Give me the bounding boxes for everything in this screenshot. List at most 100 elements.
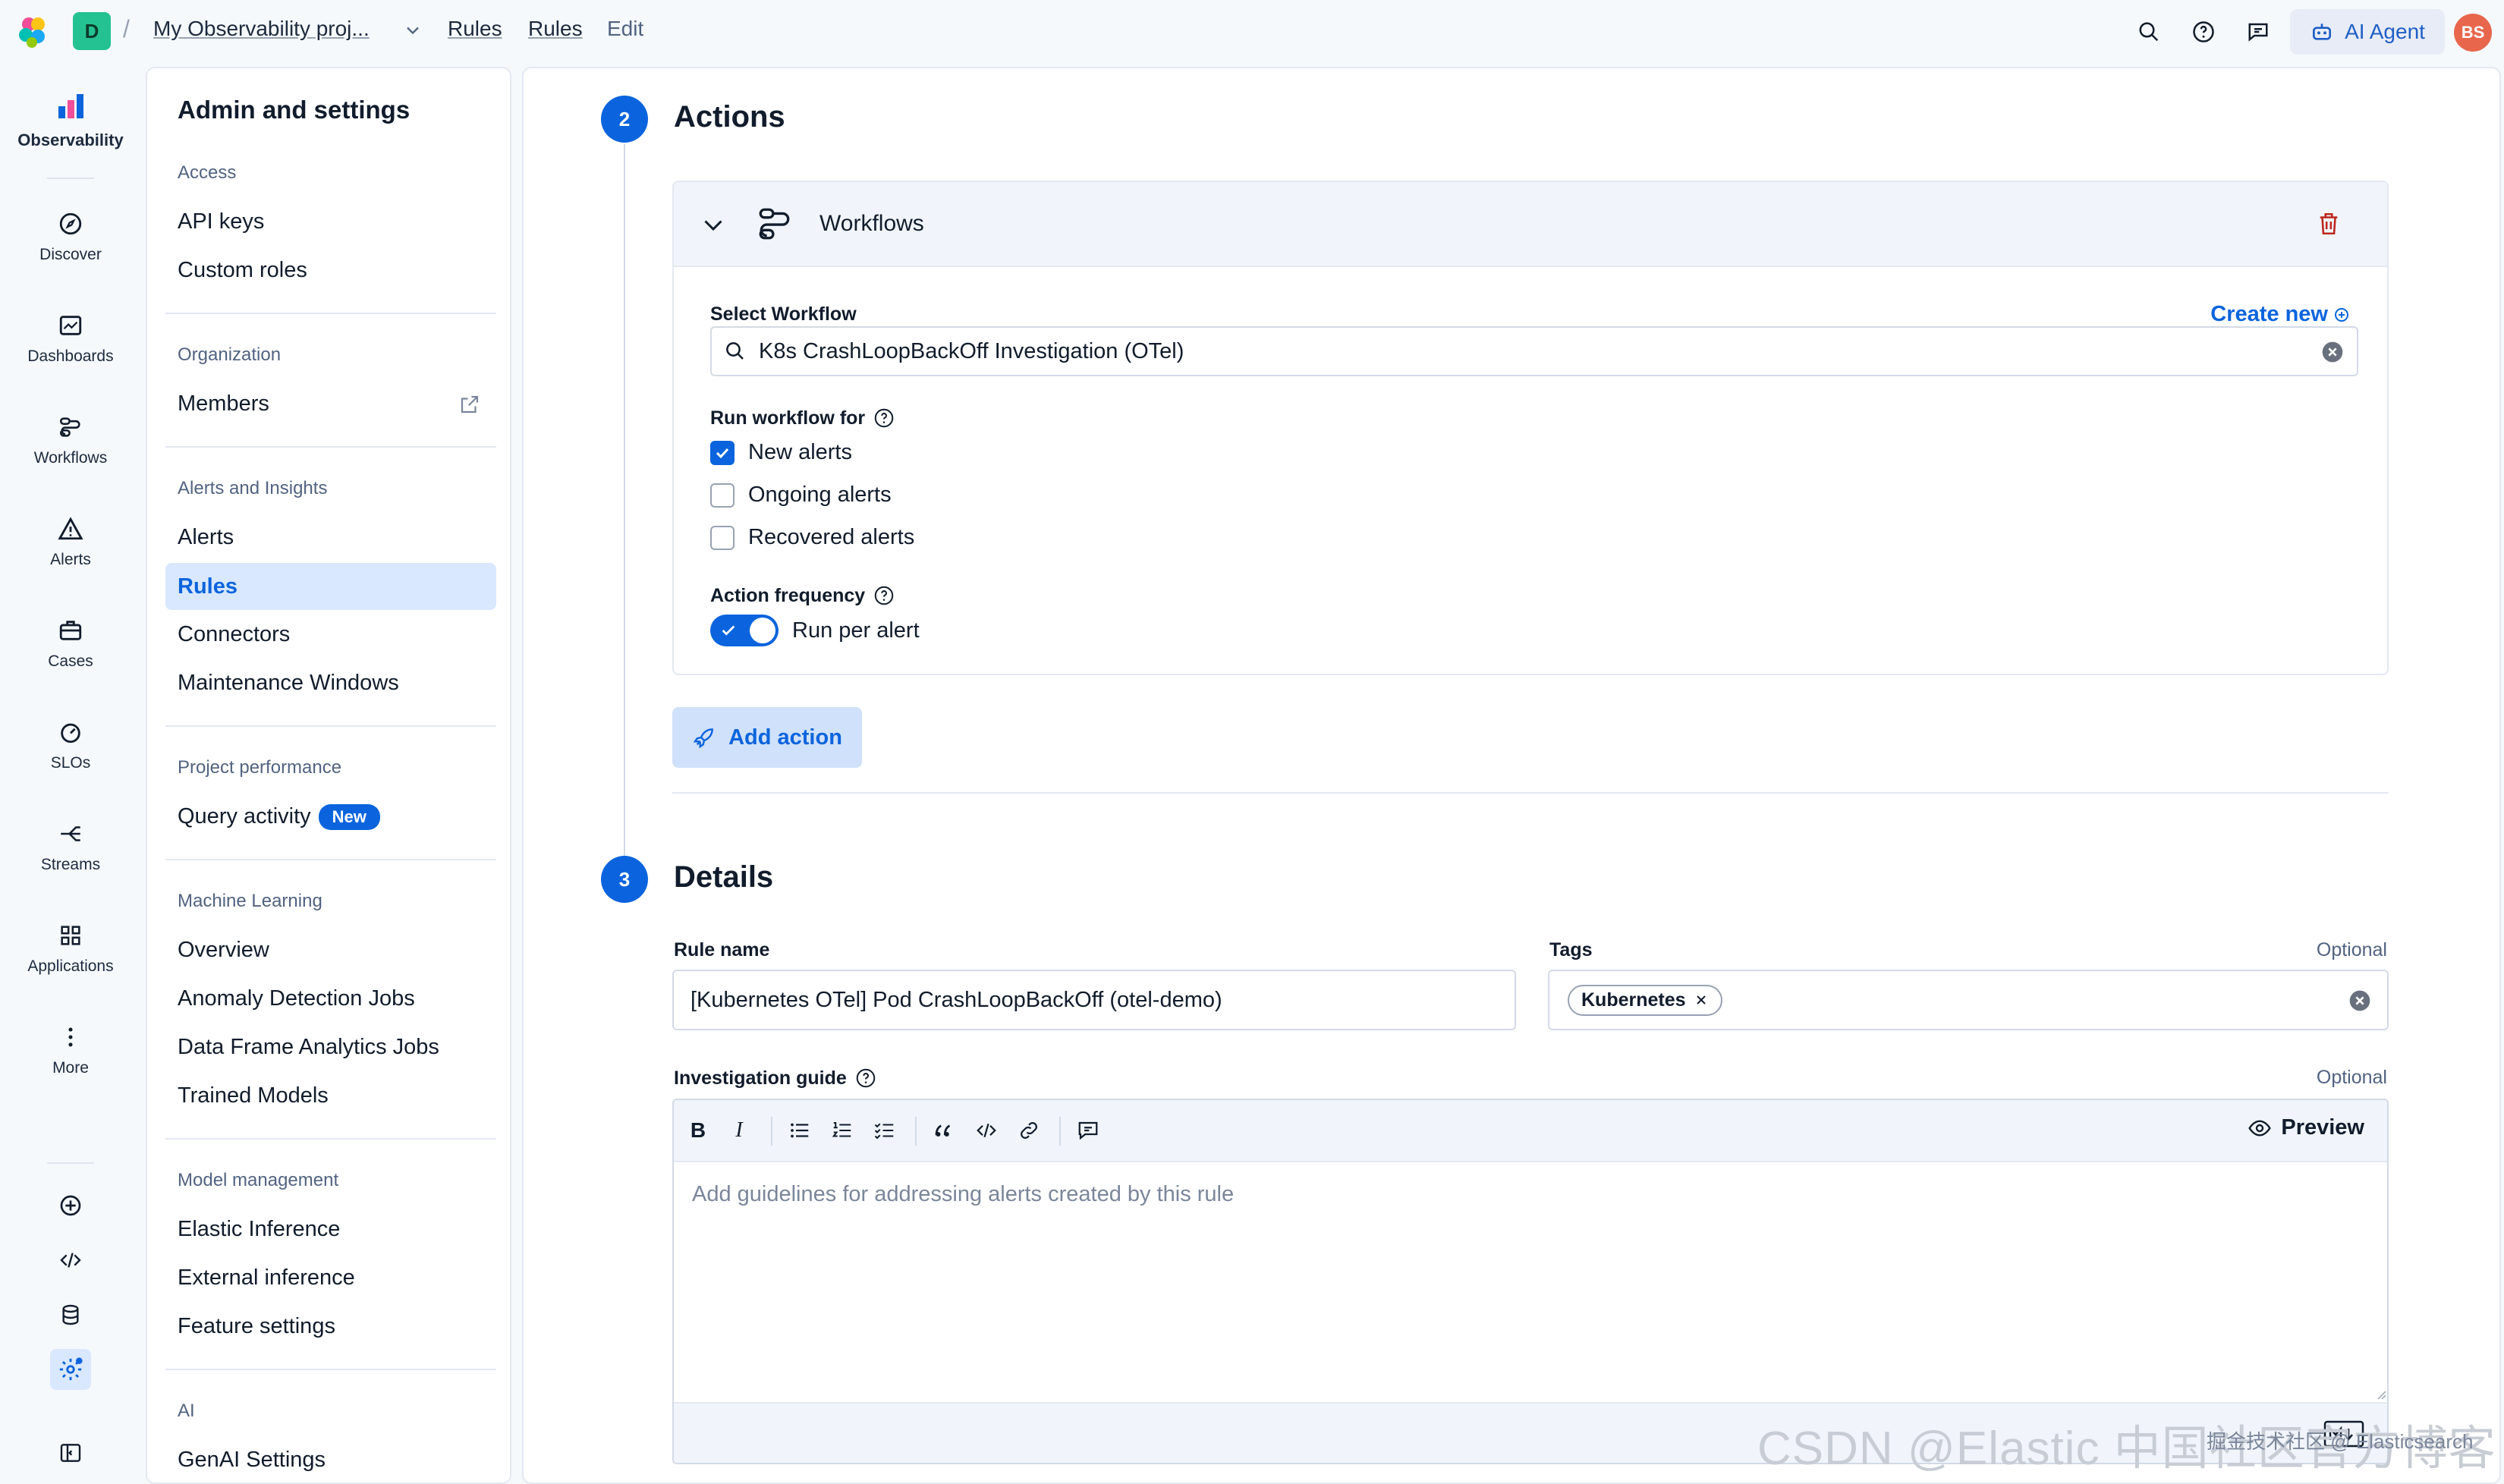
tags-combobox[interactable]: Kubernetes (1548, 970, 2389, 1030)
help-icon[interactable] (873, 407, 895, 429)
nav-item-api-keys[interactable]: API keys (178, 209, 264, 234)
checkbox-recovered-alerts[interactable]: Recovered alerts (710, 525, 914, 550)
nav-item-connectors[interactable]: Connectors (178, 622, 290, 647)
rail-item-cases[interactable]: Cases (0, 618, 141, 671)
rail-item-workflows[interactable]: Workflows (0, 414, 141, 467)
add-data-icon[interactable] (50, 1185, 91, 1226)
create-new-workflow-link[interactable]: Create new (2210, 302, 2351, 327)
nav-item-query-activity[interactable]: Query activity New (178, 804, 380, 831)
rail-label: More (52, 1059, 89, 1077)
nav-item-external-inference[interactable]: External inference (178, 1265, 355, 1291)
nav-divider (165, 1369, 496, 1370)
investigation-guide-textarea[interactable]: Add guidelines for addressing alerts cre… (692, 1182, 1234, 1207)
trash-icon[interactable] (2316, 211, 2342, 237)
nav-divider (165, 446, 496, 448)
run-per-alert-toggle[interactable] (710, 615, 779, 646)
help-icon[interactable] (2188, 17, 2219, 47)
breadcrumb-rules[interactable]: Rules (448, 17, 502, 41)
database-icon[interactable] (50, 1294, 91, 1335)
investigation-guide-text: Investigation guide (674, 1067, 847, 1089)
rail-item-applications[interactable]: Applications (0, 923, 141, 976)
bold-button[interactable]: B (683, 1115, 713, 1146)
rail-divider (47, 178, 94, 179)
step-number-details: 3 (601, 856, 648, 903)
plus-circle-icon (2335, 307, 2348, 322)
bullet-list-icon[interactable] (785, 1115, 815, 1146)
breadcrumb-project[interactable]: My Observability proj... (153, 17, 370, 41)
checkbox-unchecked[interactable] (710, 525, 735, 550)
checkbox-label: New alerts (748, 440, 852, 464)
help-icon[interactable] (873, 584, 895, 607)
task-list-icon[interactable] (870, 1115, 900, 1146)
nav-item-ml-overview[interactable]: Overview (178, 938, 269, 963)
nav-item-anomaly-detection-jobs[interactable]: Anomaly Detection Jobs (178, 986, 415, 1011)
chevron-down-icon[interactable] (700, 211, 727, 238)
workflow-select-input[interactable]: K8s CrashLoopBackOff Investigation (OTel… (710, 326, 2358, 376)
nav-group-organization: Organization (178, 344, 282, 365)
close-icon[interactable] (1694, 992, 1709, 1008)
warning-icon (58, 517, 83, 540)
collapse-sidebar-icon[interactable] (50, 1432, 91, 1473)
help-icon[interactable] (854, 1067, 877, 1089)
elastic-logo-icon[interactable] (15, 14, 52, 50)
rail-item-slos[interactable]: SLOs (0, 719, 141, 772)
ai-agent-button[interactable]: AI Agent (2290, 9, 2445, 55)
search-icon[interactable] (2134, 17, 2164, 47)
checkbox-ongoing-alerts[interactable]: Ongoing alerts (710, 483, 892, 508)
settings-nav-panel: Admin and settings Access API keys Custo… (146, 67, 511, 1484)
link-icon[interactable] (1014, 1115, 1044, 1146)
nav-item-genai-settings[interactable]: GenAI Settings (178, 1448, 326, 1473)
create-new-label: Create new (2210, 302, 2328, 326)
nav-item-alerts[interactable]: Alerts (178, 525, 234, 550)
comment-icon[interactable] (1073, 1115, 1103, 1146)
rail-item-discover[interactable]: Discover (0, 211, 141, 264)
italic-button[interactable]: I (724, 1115, 754, 1146)
nav-item-custom-roles[interactable]: Custom roles (178, 258, 307, 283)
rail-item-alerts[interactable]: Alerts (0, 516, 141, 569)
nav-item-trained-models[interactable]: Trained Models (178, 1083, 329, 1108)
workflow-card-title: Workflows (819, 211, 924, 236)
space-avatar[interactable]: D (73, 12, 111, 50)
user-avatar[interactable]: BS (2454, 14, 2492, 52)
nav-item-rules[interactable]: Rules (165, 563, 496, 610)
rail-label: Cases (48, 652, 93, 670)
nav-item-elastic-inference[interactable]: Elastic Inference (178, 1217, 340, 1242)
rule-name-input[interactable]: [Kubernetes OTel] Pod CrashLoopBackOff (… (672, 970, 1516, 1030)
feedback-icon[interactable] (2243, 17, 2273, 47)
apps-grid-icon (61, 926, 80, 945)
compass-icon (59, 212, 82, 235)
workflow-icon (59, 417, 80, 437)
tags-label: Tags (1549, 939, 1593, 961)
code-icon[interactable] (50, 1240, 91, 1281)
rail-label: Dashboards (27, 347, 114, 365)
rail-item-dashboards[interactable]: Dashboards (0, 313, 141, 366)
quote-icon[interactable] (929, 1115, 959, 1146)
chevron-down-icon[interactable] (402, 20, 423, 41)
resize-handle-icon[interactable] (2372, 1385, 2387, 1401)
nav-item-feature-settings[interactable]: Feature settings (178, 1314, 335, 1339)
watermark-secondary: 掘金技术社区 @ Elasticsearch (2207, 1430, 2474, 1453)
rail-item-more[interactable]: More (0, 1024, 141, 1077)
rail-label: Observability (17, 130, 124, 149)
preview-button[interactable]: Preview (2248, 1115, 2364, 1140)
checkbox-unchecked[interactable] (710, 483, 735, 508)
clear-icon[interactable] (2348, 989, 2372, 1013)
nav-title: Admin and settings (178, 96, 411, 124)
nav-item-data-frame-analytics-jobs[interactable]: Data Frame Analytics Jobs (178, 1035, 439, 1060)
breadcrumb-rules-2[interactable]: Rules (528, 17, 583, 41)
add-action-button[interactable]: Add action (672, 707, 862, 768)
workflow-action-card: Workflows Select Workflow Create new K8s… (672, 181, 2389, 675)
nav-item-maintenance-windows[interactable]: Maintenance Windows (178, 671, 399, 696)
code-icon[interactable] (971, 1115, 1002, 1146)
clear-icon[interactable] (2320, 340, 2345, 364)
numbered-list-icon[interactable] (827, 1115, 857, 1146)
settings-gear-icon[interactable] (50, 1349, 91, 1390)
checkbox-checked[interactable] (710, 440, 735, 465)
nav-item-members[interactable]: Members (178, 391, 269, 417)
external-link-icon[interactable] (458, 393, 481, 416)
rail-item-streams[interactable]: Streams (0, 821, 141, 874)
section-divider (672, 792, 2389, 794)
checkbox-new-alerts[interactable]: New alerts (710, 440, 852, 465)
workflow-card-header[interactable]: Workflows (674, 182, 2387, 267)
rail-item-observability[interactable]: Observability (0, 91, 141, 150)
